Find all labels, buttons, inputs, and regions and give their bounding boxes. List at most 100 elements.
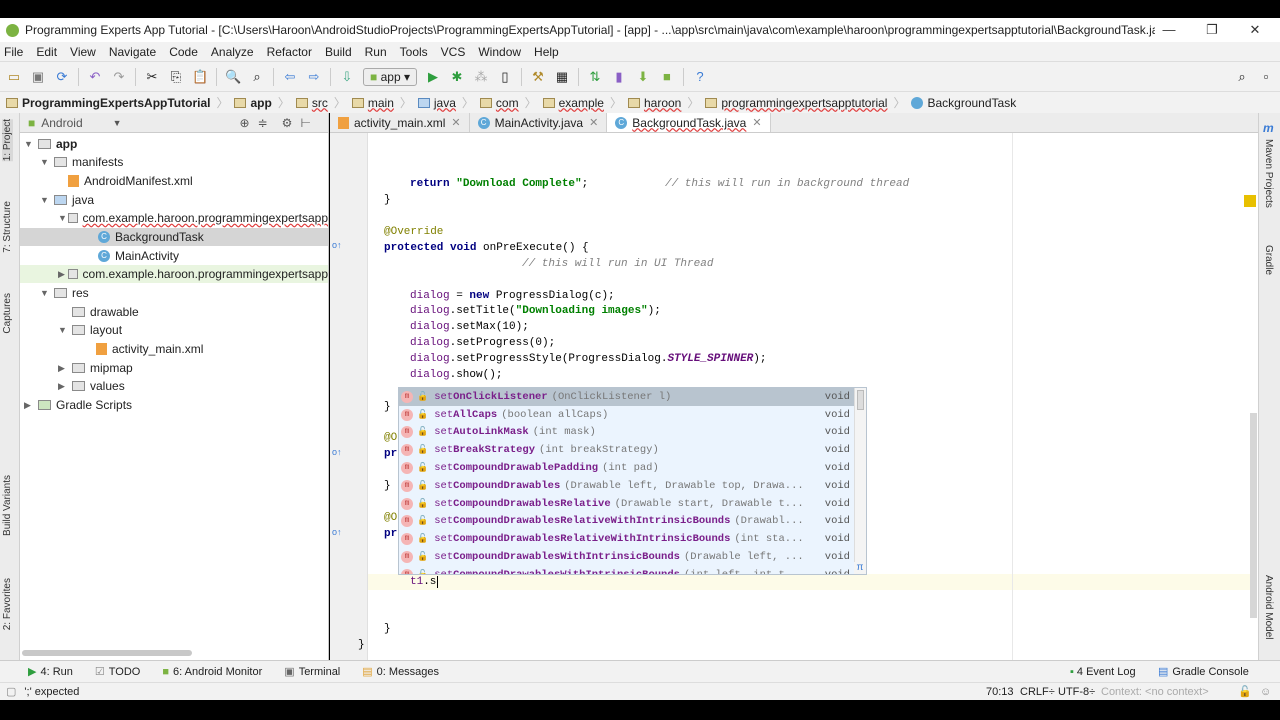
tree-item-gradle-scripts[interactable]: ▶ Gradle Scripts xyxy=(20,396,328,414)
crumb-package[interactable]: programmingexpertsapptutorial 〉 xyxy=(705,94,905,111)
sdk-manager-icon[interactable]: ⬇ xyxy=(635,69,651,85)
tool-tab-project[interactable]: 1: Project xyxy=(2,119,13,162)
cut-icon[interactable]: ✂ xyxy=(144,69,160,85)
tool-tab-gradle[interactable]: Gradle xyxy=(1263,245,1274,275)
tool-terminal[interactable]: ▣ Terminal xyxy=(284,665,340,679)
tree-item-backgroundtask[interactable]: C BackgroundTask xyxy=(20,228,328,246)
crumb-src[interactable]: src 〉 xyxy=(295,94,346,111)
tree-item-layout[interactable]: ▼ layout xyxy=(20,321,328,339)
gradle-sync-icon[interactable]: ⇅ xyxy=(587,69,603,85)
restore-button[interactable]: ❐ xyxy=(1190,18,1234,42)
settings-icon[interactable]: ▦ xyxy=(554,69,570,85)
tool-tab-favorites[interactable]: 2: Favorites xyxy=(2,578,13,630)
open-folder-icon[interactable]: ▭ xyxy=(6,69,22,85)
menu-view[interactable]: View xyxy=(70,45,96,59)
toggle-toolbar-icon[interactable]: ▫ xyxy=(1258,69,1274,85)
tool-todo[interactable]: ☑ TODO xyxy=(95,665,140,679)
save-icon[interactable]: ▣ xyxy=(30,69,46,85)
completion-item[interactable]: m 🔓 setAutoLinkMask (int mask) void xyxy=(399,424,866,442)
crumb-example[interactable]: example 〉 xyxy=(542,94,622,111)
tree-item-package-test[interactable]: ▶ com.example.haroon.programmingexpertsap… xyxy=(20,265,328,283)
crumb-java[interactable]: java 〉 xyxy=(417,94,474,111)
replace-icon[interactable]: ⌕ xyxy=(249,69,265,85)
tab-activity-main-xml[interactable]: activity_main.xml ✕ xyxy=(330,113,470,132)
back-icon[interactable]: ⇦ xyxy=(282,69,298,85)
sync-icon[interactable]: ⟳ xyxy=(54,69,70,85)
crumb-app[interactable]: app 〉 xyxy=(234,94,290,111)
menu-help[interactable]: Help xyxy=(534,45,559,59)
completion-item[interactable]: m 🔓 setCompoundDrawablesWithIntrinsicBound… xyxy=(399,566,866,574)
tool-tab-build-variants[interactable]: Build Variants xyxy=(2,475,13,536)
horizontal-scrollbar[interactable] xyxy=(22,650,192,656)
menu-vcs[interactable]: VCS xyxy=(441,45,466,59)
minimize-button[interactable]: — xyxy=(1147,18,1191,42)
lock-icon[interactable]: 🔓 xyxy=(1238,685,1252,698)
avd-manager-icon[interactable]: ▮ xyxy=(611,69,627,85)
close-button[interactable]: ✕ xyxy=(1233,18,1277,42)
collapse-all-icon[interactable]: ≑ xyxy=(258,116,268,130)
search-everywhere-icon[interactable]: ⌕ xyxy=(1234,69,1250,85)
tree-item-app[interactable]: ▼ app xyxy=(20,135,328,153)
tool-gradle-console[interactable]: ▤ Gradle Console xyxy=(1158,665,1249,679)
tree-item-java[interactable]: ▼ java xyxy=(20,191,328,209)
help-icon[interactable]: ? xyxy=(692,69,708,85)
crumb-project[interactable]: ProgrammingExpertsAppTutorial 〉 xyxy=(6,94,228,111)
completion-item[interactable]: m 🔓 setCompoundDrawablesRelativeWithIntrin… xyxy=(399,513,866,531)
caret-position[interactable]: 70:13 xyxy=(986,686,1014,698)
tree-item-values[interactable]: ▶ values xyxy=(20,377,328,395)
tool-tab-android-model[interactable]: Android Model xyxy=(1263,575,1274,639)
override-marker-icon[interactable]: o↑ xyxy=(332,240,342,250)
menu-analyze[interactable]: Analyze xyxy=(211,45,254,59)
undo-icon[interactable]: ↶ xyxy=(87,69,103,85)
completion-item[interactable]: m 🔓 setOnClickListener (OnClickListener l) v… xyxy=(399,388,866,406)
paste-icon[interactable]: 📋 xyxy=(192,69,208,85)
completion-item[interactable]: m 🔓 setCompoundDrawables (Drawable left, Dr… xyxy=(399,477,866,495)
completion-scrollbar[interactable] xyxy=(854,388,866,574)
attach-debugger-icon[interactable]: ⁂ xyxy=(473,69,489,85)
warning-marker-icon[interactable] xyxy=(1244,195,1256,207)
scroll-from-source-icon[interactable]: ⊕ xyxy=(240,116,250,130)
tree-item-manifests[interactable]: ▼ manifests xyxy=(20,153,328,171)
make-project-icon[interactable]: ⇩ xyxy=(339,69,355,85)
tool-messages[interactable]: ▤ 0: Messages xyxy=(362,665,439,679)
gear-icon[interactable]: ⚙ xyxy=(282,116,293,130)
file-encoding[interactable]: UTF-8÷ xyxy=(1058,686,1095,698)
crumb-main[interactable]: main 〉 xyxy=(351,94,412,111)
tab-backgroundtask-java[interactable]: C BackgroundTask.java ✕ xyxy=(607,113,771,132)
copy-icon[interactable]: ⎘ xyxy=(168,69,184,85)
line-separator[interactable]: CRLF÷ xyxy=(1020,686,1055,698)
run-config-select[interactable]: ■ app ▾ xyxy=(363,67,417,86)
chevron-down-icon[interactable]: ▼ xyxy=(113,118,122,128)
pi-icon[interactable]: π xyxy=(854,562,866,574)
project-structure-icon[interactable]: ⚒ xyxy=(530,69,546,85)
menu-tools[interactable]: Tools xyxy=(400,45,428,59)
forward-icon[interactable]: ⇨ xyxy=(306,69,322,85)
tool-event-log[interactable]: ▪ 4 Event Log xyxy=(1070,666,1136,678)
tree-item-drawable[interactable]: drawable xyxy=(20,303,328,321)
tool-windows-toggle-icon[interactable]: ▢ xyxy=(6,685,16,698)
menu-run[interactable]: Run xyxy=(365,45,387,59)
apply-changes-icon[interactable]: ▯ xyxy=(497,69,513,85)
find-icon[interactable]: 🔍 xyxy=(225,69,241,85)
completion-item[interactable]: m 🔓 setCompoundDrawablePadding (int pad) voi… xyxy=(399,459,866,477)
debug-icon[interactable]: ✱ xyxy=(449,69,465,85)
completion-item[interactable]: m 🔓 setBreakStrategy (int breakStrategy) voi… xyxy=(399,441,866,459)
run-icon[interactable]: ▶ xyxy=(425,69,441,85)
completion-item[interactable]: m 🔓 setAllCaps (boolean allCaps) void xyxy=(399,406,866,424)
redo-icon[interactable]: ↷ xyxy=(111,69,127,85)
menu-file[interactable]: File xyxy=(4,45,23,59)
menu-code[interactable]: Code xyxy=(169,45,198,59)
menu-window[interactable]: Window xyxy=(478,45,521,59)
crumb-class[interactable]: BackgroundTask xyxy=(911,96,1016,110)
crumb-haroon[interactable]: haroon 〉 xyxy=(627,94,699,111)
tool-tab-maven-projects[interactable]: Maven Projects xyxy=(1263,139,1274,208)
menu-refactor[interactable]: Refactor xyxy=(267,45,312,59)
tool-run[interactable]: ▶ 4: Run xyxy=(28,665,73,679)
hide-panel-icon[interactable]: ⊢ xyxy=(300,116,310,130)
tree-item-mipmap[interactable]: ▶ mipmap xyxy=(20,359,328,377)
project-view-select[interactable]: Android xyxy=(41,116,82,130)
tab-mainactivity-java[interactable]: C MainActivity.java ✕ xyxy=(470,113,608,132)
tree-item-mainactivity[interactable]: C MainActivity xyxy=(20,247,328,265)
tree-item-res[interactable]: ▼ res xyxy=(20,284,328,302)
tool-android-monitor[interactable]: ■ 6: Android Monitor xyxy=(162,666,262,678)
